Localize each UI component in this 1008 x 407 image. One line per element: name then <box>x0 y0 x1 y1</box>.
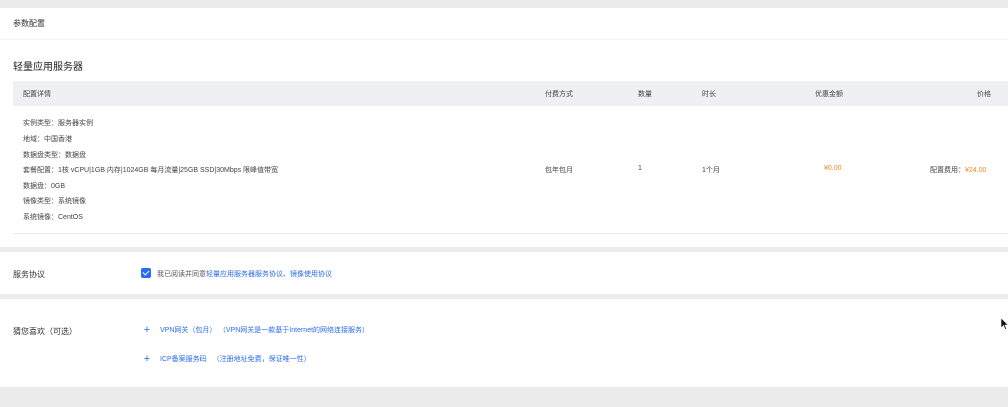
header-price: 价格 <box>977 91 991 98</box>
cell-discount: ¥0.00 <box>824 165 842 172</box>
agreement-prefix: 我已阅读并同意 <box>157 271 206 278</box>
price-label: 配置费用： <box>930 167 965 174</box>
agreement-link[interactable]: 轻量应用服务器服务协议、镜像使用协议 <box>206 271 332 278</box>
plus-icon[interactable]: + <box>140 353 154 365</box>
agreement-label: 服务协议 <box>13 270 45 279</box>
agreement-panel: 服务协议 我已阅读并同意轻量应用服务器服务协议、镜像使用协议 <box>0 252 1008 294</box>
header-quantity: 数量 <box>638 91 652 98</box>
recommend-item-icp[interactable]: + ICP备案服务码 （注册地址免费，保证唯一性） <box>140 353 311 365</box>
detail-data-disk: 数据盘：0GB <box>23 183 66 190</box>
cell-price: 配置费用：¥24.00 <box>930 165 986 175</box>
detail-instance-type: 实例类型：服务器实例 <box>23 120 93 127</box>
recommend-item-vpn[interactable]: + VPN网关（包月） （VPN网关是一款基于Internet的网络连接服务） <box>140 324 369 336</box>
detail-disk-type: 数据盘类型：数据盘 <box>23 152 86 159</box>
table-row: 实例类型：服务器实例 地域：中国香港 数据盘类型：数据盘 套餐配置：1核 vCP… <box>13 106 1008 234</box>
header-duration: 时长 <box>702 91 716 98</box>
section-title: 参数配置 <box>13 19 45 28</box>
recommend-panel: 猜您喜欢（可选） + VPN网关（包月） （VPN网关是一款基于Internet的网… <box>0 299 1008 387</box>
header-billing: 付费方式 <box>545 91 573 98</box>
plus-icon[interactable]: + <box>140 324 154 336</box>
header-detail: 配置详情 <box>23 91 51 98</box>
recommend-item-name[interactable]: VPN网关（包月） <box>160 327 216 334</box>
header-discount: 优惠金额 <box>815 91 843 98</box>
cell-quantity: 1 <box>638 165 642 172</box>
table-header: 配置详情 付费方式 数量 时长 优惠金额 价格 <box>13 81 1008 106</box>
recommend-label: 猜您喜欢（可选） <box>13 327 77 336</box>
detail-system-image: 系统镜像：CentOS <box>23 214 83 221</box>
cell-duration: 1个月 <box>702 167 720 174</box>
product-title: 轻量应用服务器 <box>13 62 83 73</box>
price-value: ¥24.00 <box>965 167 987 174</box>
recommend-item-desc: （注册地址免费，保证唯一性） <box>212 356 311 363</box>
recommend-item-name[interactable]: ICP备案服务码 <box>160 356 207 363</box>
recommend-item-desc: （VPN网关是一款基于Internet的网络连接服务） <box>222 327 370 334</box>
agreement-checkbox[interactable] <box>141 268 151 278</box>
config-panel: 参数配置 轻量应用服务器 配置详情 付费方式 数量 时长 优惠金额 价格 实例类… <box>0 8 1008 247</box>
detail-bundle: 套餐配置：1核 vCPU|1GB 内存|1024GB 每月流量|25GB SSD… <box>23 167 279 174</box>
mouse-cursor-icon <box>1001 318 1008 330</box>
agreement-text: 我已阅读并同意轻量应用服务器服务协议、镜像使用协议 <box>157 269 332 279</box>
cell-billing: 包年包月 <box>545 167 573 174</box>
detail-region: 地域：中国香港 <box>23 136 72 143</box>
detail-image-type: 镜像类型：系统镜像 <box>23 198 86 205</box>
section-header: 参数配置 <box>0 8 1008 40</box>
